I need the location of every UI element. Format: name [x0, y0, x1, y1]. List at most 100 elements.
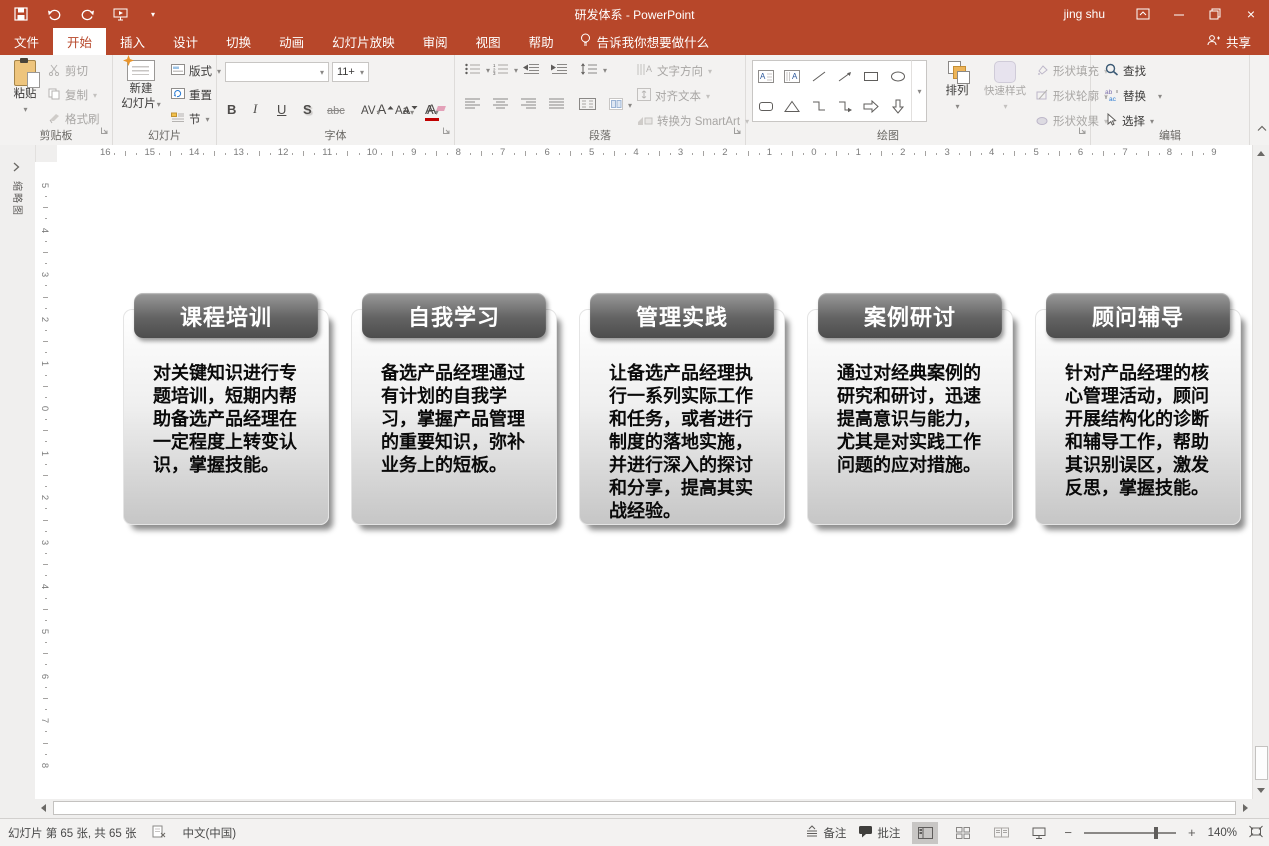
text-direction-button[interactable]: A 文字方向▾ [637, 63, 712, 79]
replace-button[interactable]: abac 替换▾ [1105, 88, 1162, 104]
decrease-indent-button[interactable] [523, 63, 540, 78]
tab-transitions[interactable]: 切换 [212, 28, 265, 55]
font-size-combo[interactable]: 11+▾ [332, 62, 369, 82]
ribbon-display-options-icon[interactable] [1125, 0, 1161, 28]
horizontal-ruler[interactable]: 161514131211109876543210123456789 [57, 145, 1253, 163]
justify-button[interactable] [549, 98, 565, 112]
zoom-slider[interactable] [1084, 832, 1176, 834]
isosceles-triangle-shape-icon[interactable] [779, 91, 805, 121]
rounded-rectangle-shape-icon[interactable] [753, 91, 779, 121]
tell-me-box[interactable]: 告诉我你想要做什么 [568, 28, 722, 55]
shapes-gallery-more-button[interactable]: ▾ [911, 60, 927, 122]
strikethrough-button[interactable]: abc [327, 97, 345, 118]
spell-check-icon[interactable] [152, 825, 166, 841]
slide-card[interactable]: 针对产品经理的核心管理活动，顾问开展结构化的诊断和辅导工作，帮助其识别误区，激发… [1035, 293, 1243, 529]
notes-toggle-button[interactable]: 备注 [805, 825, 846, 841]
font-color-button[interactable]: A▾ [425, 97, 439, 121]
thumbnail-panel-collapsed[interactable]: 缩略图 [0, 145, 36, 818]
tab-slide-show[interactable]: 幻灯片放映 [318, 28, 409, 55]
oval-shape-icon[interactable] [885, 61, 911, 91]
qat-customize-arrow[interactable]: ▾ [144, 5, 162, 23]
zoom-in-button[interactable]: + [1188, 825, 1196, 840]
character-spacing-button[interactable]: AV▾ [361, 97, 381, 118]
columns-button[interactable] [579, 98, 596, 113]
normal-view-button[interactable] [912, 822, 938, 844]
align-text-button[interactable]: 对齐文本▾ [637, 88, 710, 104]
align-right-button[interactable] [521, 98, 537, 112]
start-slideshow-icon[interactable] [111, 5, 129, 23]
layout-button[interactable]: 版式▾ [171, 63, 221, 79]
numbering-button[interactable]: 123▾ [493, 63, 518, 78]
quick-styles-button[interactable]: 快速样式 ▾ [980, 61, 1030, 113]
horizontal-text-box-shape-icon[interactable]: A [753, 61, 779, 91]
format-painter-button[interactable]: 格式刷 [48, 111, 100, 127]
arrow-shape-icon[interactable] [832, 61, 858, 91]
vertical-ruler[interactable]: 54321012345678 [35, 162, 58, 799]
reset-button[interactable]: 重置 [171, 87, 212, 103]
tab-file[interactable]: 文件 [0, 28, 53, 55]
bold-button[interactable]: B [227, 97, 236, 118]
tab-insert[interactable]: 插入 [106, 28, 159, 55]
save-icon[interactable] [12, 5, 30, 23]
rectangle-shape-icon[interactable] [858, 61, 884, 91]
elbow-connector-shape-icon[interactable] [806, 91, 832, 121]
font-name-combo[interactable]: ▾ [225, 62, 329, 82]
arrange-button[interactable]: 排列 ▾ [936, 61, 978, 113]
slide-sorter-view-button[interactable] [950, 822, 976, 844]
tab-home[interactable]: 开始 [53, 28, 106, 55]
redo-icon[interactable] [78, 5, 96, 23]
restore-icon[interactable] [1197, 0, 1233, 28]
scroll-up-arrow[interactable] [1253, 145, 1269, 161]
right-arrow-shape-icon[interactable] [858, 91, 884, 121]
slide-show-view-button[interactable] [1026, 822, 1052, 844]
increase-indent-button[interactable] [551, 63, 568, 78]
zoom-out-button[interactable]: − [1064, 825, 1072, 840]
slide-card[interactable]: 备选产品经理通过有计划的自我学习，掌握产品管理的重要知识，弥补业务上的短板。自我… [351, 293, 559, 529]
zoom-slider-thumb[interactable] [1154, 827, 1158, 839]
font-dialog-launcher-icon[interactable] [442, 122, 451, 140]
tab-view[interactable]: 视图 [462, 28, 515, 55]
comments-toggle-button[interactable]: 批注 [858, 825, 900, 841]
text-shadow-button[interactable]: S [303, 97, 312, 118]
minimize-icon[interactable] [1161, 0, 1197, 28]
paste-dropdown-arrow[interactable]: ▾ [23, 103, 27, 116]
clipboard-dialog-launcher-icon[interactable] [100, 122, 109, 140]
line-spacing-button[interactable]: ▾ [581, 63, 607, 78]
cut-button[interactable]: 剪切 [48, 63, 88, 79]
language-indicator[interactable]: 中文(中国) [182, 825, 236, 841]
underline-button[interactable]: U [277, 97, 286, 118]
paste-button[interactable]: 粘贴 ▾ [6, 60, 44, 116]
undo-icon[interactable] [45, 5, 63, 23]
copy-button[interactable]: 复制 ▾ [48, 87, 97, 103]
close-icon[interactable]: × [1233, 0, 1269, 28]
bullets-button[interactable]: ▾ [465, 63, 490, 78]
vertical-scrollbar-thumb[interactable] [1255, 746, 1268, 780]
fit-slide-to-window-button[interactable] [1249, 825, 1263, 841]
section-button[interactable]: 节▾ [171, 111, 210, 127]
reading-view-button[interactable] [988, 822, 1014, 844]
text-column-options-button[interactable]: ▾ [609, 98, 632, 113]
vertical-text-box-shape-icon[interactable]: A [779, 61, 805, 91]
horizontal-scrollbar[interactable] [35, 799, 1253, 818]
share-button[interactable]: 共享 [1189, 28, 1269, 55]
down-arrow-shape-icon[interactable] [885, 91, 911, 121]
paragraph-dialog-launcher-icon[interactable] [733, 122, 742, 140]
slide-canvas[interactable]: 对关键知识进行专题培训，短期内帮助备选产品经理在一定程度上转变认识，掌握技能。课… [57, 162, 1253, 799]
elbow-arrow-connector-shape-icon[interactable] [832, 91, 858, 121]
slide-card[interactable]: 让备选产品经理执行一系列实际工作和任务，或者进行制度的落地实施，并进行深入的探讨… [579, 293, 787, 529]
tab-help[interactable]: 帮助 [515, 28, 568, 55]
change-case-button[interactable]: Aa▾ [395, 97, 414, 118]
find-button[interactable]: 查找 [1105, 63, 1146, 79]
scroll-down-arrow[interactable] [1253, 782, 1269, 798]
tab-review[interactable]: 审阅 [409, 28, 462, 55]
italic-button[interactable]: I [253, 97, 257, 118]
expand-thumbnails-chevron-icon[interactable] [13, 159, 20, 177]
zoom-level-indicator[interactable]: 140% [1208, 827, 1237, 839]
vertical-scrollbar[interactable] [1252, 145, 1269, 818]
slide-card[interactable]: 通过对经典案例的研究和研讨，迅速提高意识与能力，尤其是对实践工作问题的应对措施。… [807, 293, 1015, 529]
horizontal-scrollbar-thumb[interactable] [53, 801, 1236, 815]
scroll-left-arrow[interactable] [35, 800, 51, 816]
align-left-button[interactable] [465, 98, 481, 112]
user-name[interactable]: jing shu [1064, 7, 1105, 21]
slide-card[interactable]: 对关键知识进行专题培训，短期内帮助备选产品经理在一定程度上转变认识，掌握技能。课… [123, 293, 331, 529]
